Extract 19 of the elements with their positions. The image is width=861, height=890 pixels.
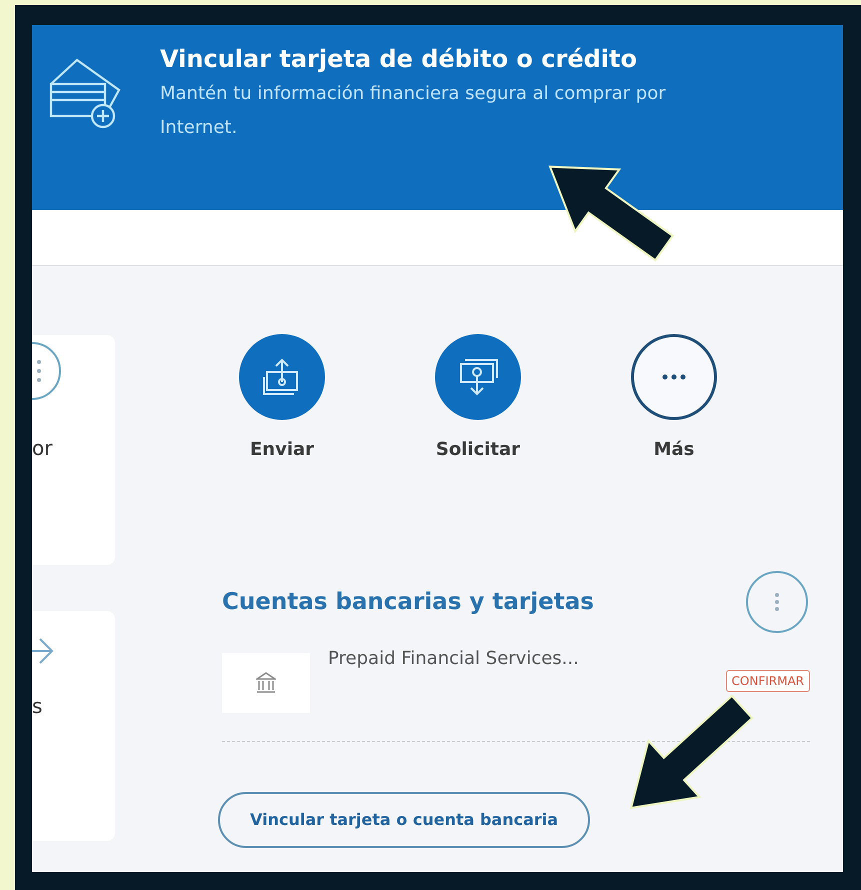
section-title: Cuentas bancarias y tarjetas [222, 588, 594, 617]
bank-icon [256, 672, 276, 694]
card-label: or [32, 435, 52, 462]
banner-title: Vincular tarjeta de débito o crédito [160, 44, 638, 75]
action-label: Solicitar [436, 438, 520, 462]
banner[interactable]: Vincular tarjeta de débito o crédito Mantén tu información financiera segura al comprar por Internet. [32, 25, 843, 210]
card-label: s [32, 693, 42, 720]
arrow-icon [32, 636, 54, 666]
banner-description: Mantén tu información financiera segura al comprar por Internet. [160, 82, 667, 140]
status-badge: CONFIRMAR [726, 670, 810, 692]
more-options-button[interactable] [746, 571, 808, 633]
link-card-button[interactable]: Vincular tarjeta o cuenta bancaria [218, 792, 590, 848]
action-label: Enviar [250, 438, 314, 462]
card-background[interactable]: s [32, 611, 115, 841]
card-background[interactable]: or [32, 335, 115, 565]
action-label: Más [654, 438, 694, 462]
more-icon [662, 374, 686, 380]
kebab-icon [775, 592, 779, 612]
account-name: Prepaid Financial Services... [328, 647, 579, 671]
